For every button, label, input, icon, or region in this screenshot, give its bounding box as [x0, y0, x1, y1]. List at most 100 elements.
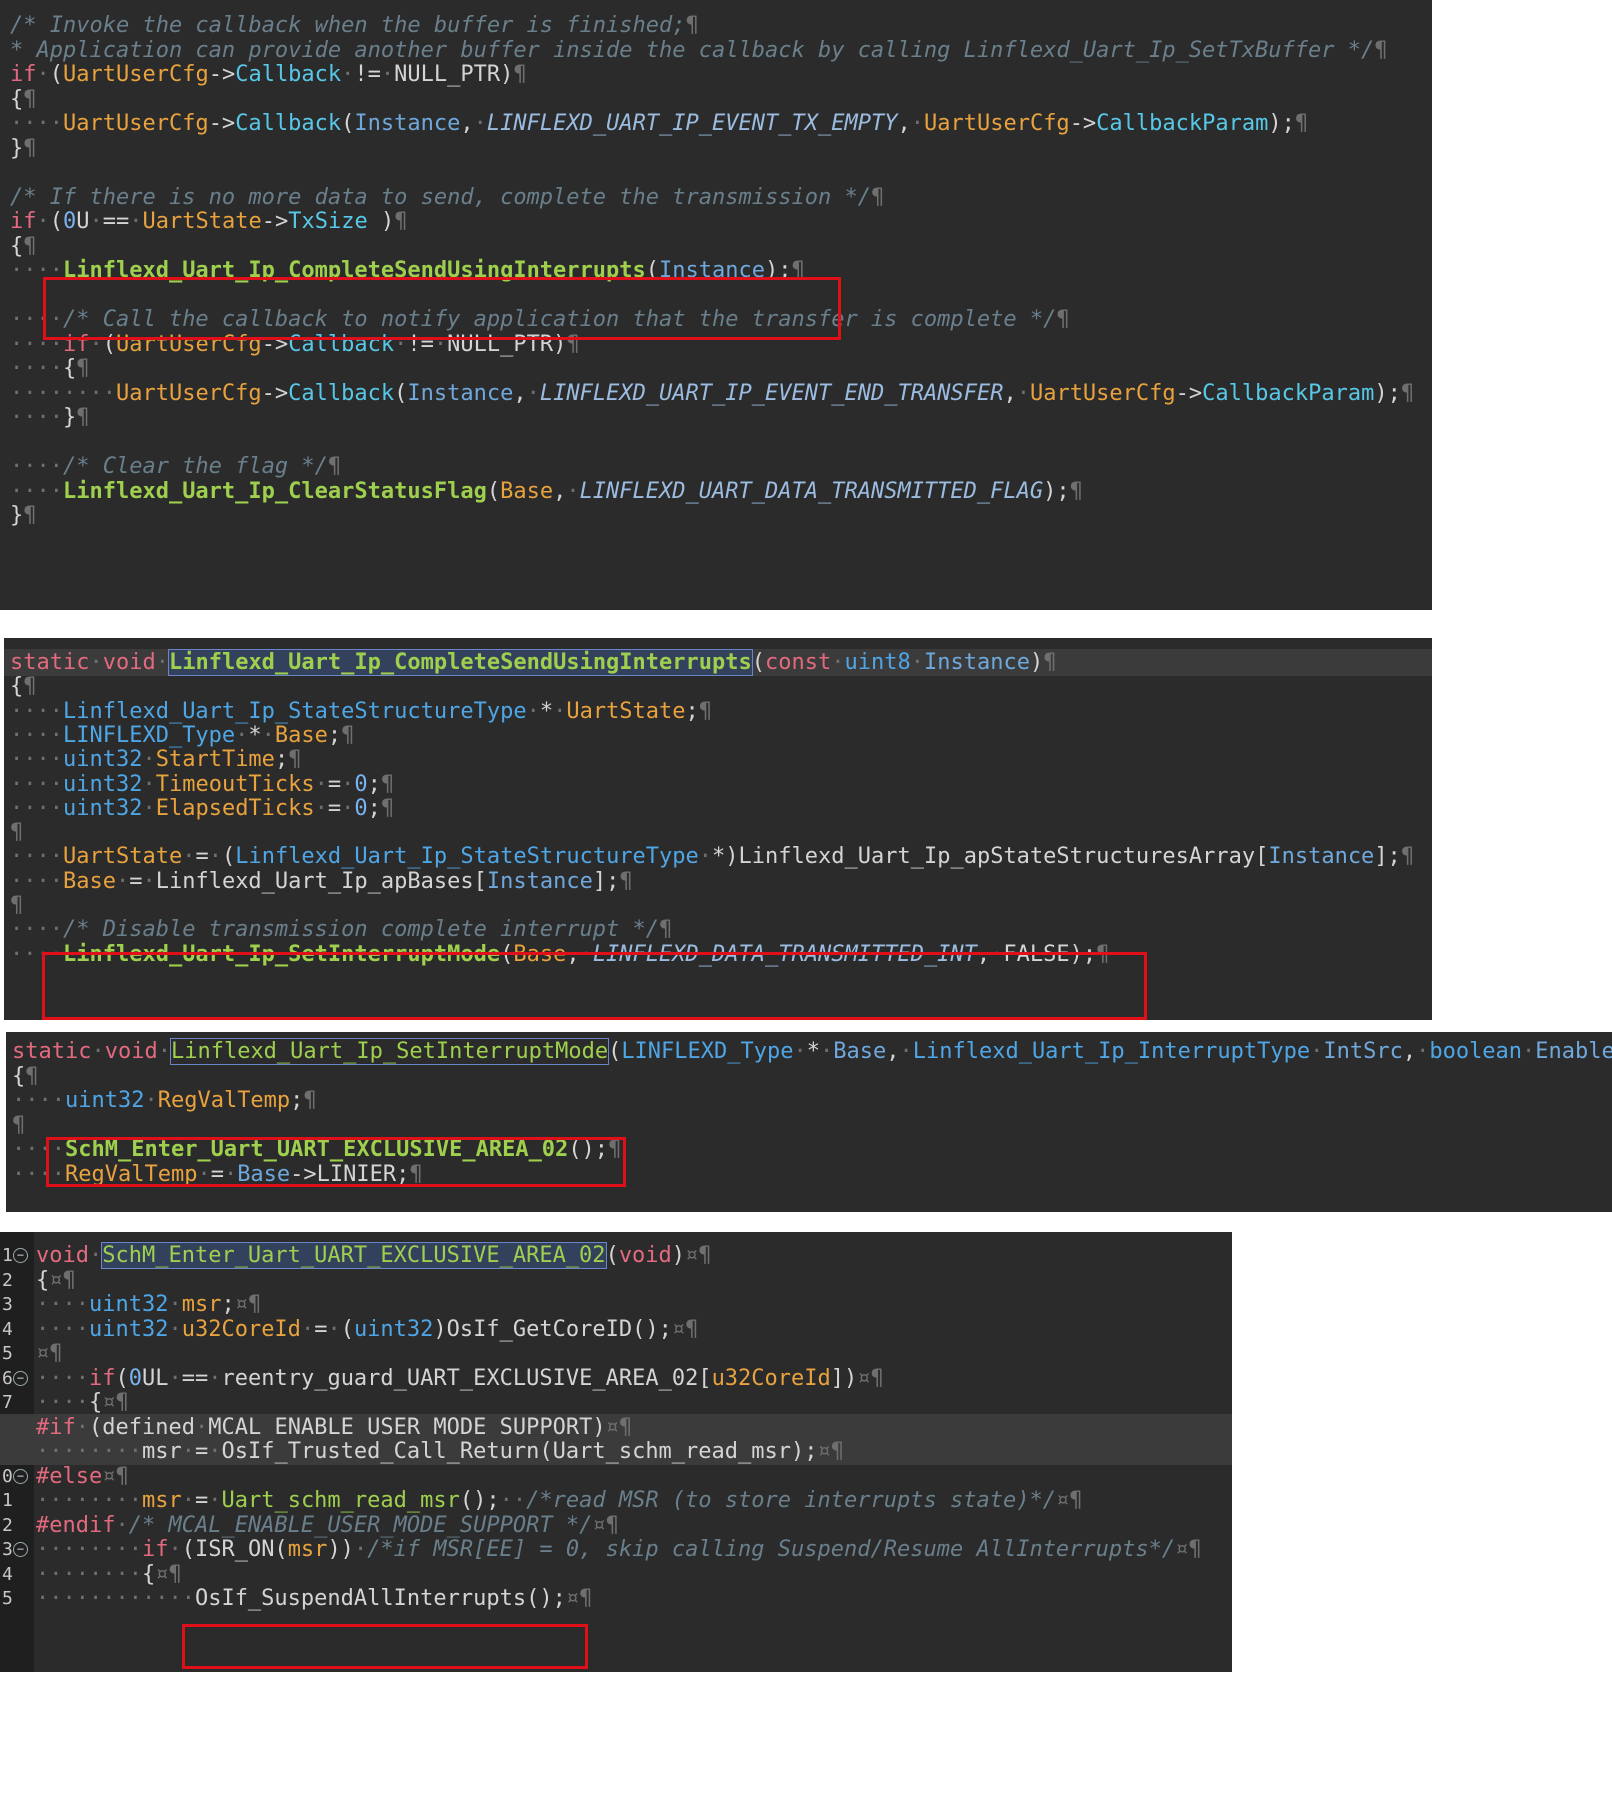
code-token: Linflexd_Uart_Ip_InterruptType	[912, 1039, 1311, 1064]
code-token: *	[248, 722, 262, 748]
code-token: ,	[1003, 380, 1017, 406]
code-token: uint32	[88, 1292, 169, 1317]
code-token: Instance	[407, 380, 514, 406]
code-token: ¶	[1069, 478, 1083, 504]
code-line: ········{¤¶	[0, 1561, 1232, 1588]
code-token: UartUserCfg	[1029, 380, 1176, 406]
code-line: /* Invoke the callback when the buffer i…	[0, 12, 1432, 39]
code-token: boolean	[1429, 1039, 1523, 1064]
highlight-box	[182, 1624, 588, 1669]
code-token: ->LINIER;	[290, 1161, 410, 1187]
code-token: ·	[208, 1439, 222, 1464]
code-token: ;	[221, 1292, 235, 1317]
code-token: MCAL_ENABLE_USER_MODE_SUPPORT)	[208, 1414, 606, 1440]
code-token: ¶	[1294, 111, 1309, 136]
code-token: ·	[142, 771, 156, 797]
code-token: ¤¶	[685, 1243, 712, 1268]
code-token: Callback	[235, 111, 342, 136]
code-line: ········if·(ISR_ON(msr))·/*if MSR[EE] = …	[0, 1536, 1232, 1563]
code-token: /*read MSR (to store interrupts state)*/	[526, 1488, 1056, 1513]
code-line: ····Linflexd_Uart_Ip_ClearStatusFlag(Bas…	[0, 478, 1432, 505]
code-line: ············OsIf_SuspendAllInterrupts();…	[0, 1585, 1232, 1612]
code-token: /* If there is no more data to send, com…	[10, 184, 871, 210]
code-token: {	[141, 1561, 156, 1587]
code-token: ····	[10, 331, 63, 357]
code-token: ·	[910, 650, 924, 675]
code-line: ····/* Call the callback to notify appli…	[0, 306, 1432, 333]
code-token: ·	[261, 722, 275, 748]
code-token: ¶	[25, 1063, 39, 1089]
code-token: ····	[10, 795, 63, 821]
code-token: ¤¶	[49, 1267, 76, 1293]
code-token: uint8	[844, 650, 911, 675]
code-token: msr	[181, 1292, 222, 1317]
code-token: ····	[10, 478, 63, 504]
code-token: ·	[168, 1292, 182, 1317]
code-token: ¶	[327, 454, 342, 479]
code-token: #endif	[36, 1512, 116, 1538]
code-token: ])	[830, 1365, 858, 1391]
code-token: =	[327, 795, 342, 821]
code-token: const	[765, 650, 832, 675]
code-token: ········	[36, 1561, 142, 1587]
code-token: TimeoutTicks	[155, 771, 315, 797]
code-token: ¤¶	[1055, 1488, 1083, 1513]
code-token: Base	[62, 868, 116, 894]
code-token: ¶	[23, 135, 37, 161]
code-token: =	[194, 1488, 209, 1513]
code-token: );	[1043, 478, 1070, 504]
code-token: (	[49, 209, 63, 234]
code-token: LINFLEXD_UART_IP_EVENT_TX_EMPTY	[486, 111, 898, 136]
code-token: (	[49, 62, 63, 87]
code-token: LINFLEXD_DATA_TRANSMITTED_INT	[592, 941, 977, 967]
code-line: }¶	[0, 502, 1432, 529]
code-line: ····/* Disable transmission complete int…	[4, 916, 1432, 943]
code-token: ,	[976, 941, 991, 967]
code-token: ·	[341, 795, 355, 821]
code-token: ·	[353, 1537, 368, 1562]
code-token: ¶	[566, 331, 580, 357]
code-token: ·	[314, 795, 328, 821]
code-token: ¶	[380, 795, 395, 821]
code-line: ····if(0UL·==·reentry_guard_UART_EXCLUSI…	[0, 1365, 1232, 1392]
code-line: ········UartUserCfg->Callback(Instance,·…	[0, 380, 1432, 407]
code-line: * Application can provide another buffer…	[0, 37, 1432, 64]
code-token: ····	[36, 1365, 89, 1391]
code-token: LINFLEXD_UART_DATA_TRANSMITTED_FLAG	[579, 478, 1044, 504]
code-token: {	[36, 1267, 50, 1293]
code-token: (ISR_ON(	[181, 1537, 288, 1562]
code-token: UartState	[566, 698, 686, 724]
code-line: static·void·Linflexd_Uart_Ip_CompleteSen…	[4, 649, 1432, 676]
code-token: if	[88, 1365, 116, 1391]
code-token: ->	[261, 331, 289, 357]
code-token: void	[104, 1039, 158, 1064]
code-token: ¤¶	[565, 1586, 593, 1611]
code-token: if	[141, 1537, 169, 1562]
code-token: (	[751, 650, 766, 675]
code-token: UartUserCfg	[115, 331, 262, 357]
code-token: ·	[168, 1316, 182, 1342]
code-token: NULL_PTR)	[447, 331, 567, 357]
code-token: msr	[287, 1537, 328, 1562]
code-token: ········	[36, 1488, 142, 1513]
code-token: msr	[141, 1439, 182, 1464]
code-token: Linflexd_Uart_Ip_apBases[	[155, 868, 487, 894]
code-line: {¶	[6, 1063, 1612, 1090]
code-token: ·	[223, 1161, 238, 1187]
code-token: ,	[513, 380, 527, 406]
code-token: ¤¶	[36, 1341, 63, 1366]
code-token: ·	[168, 1365, 182, 1391]
code-token: =	[327, 771, 342, 797]
code-token: ¶	[698, 698, 713, 724]
code-token: ¶	[394, 209, 408, 234]
code-token: Linflexd_Uart_Ip_ClearStatusFlag	[62, 478, 487, 504]
code-line: ····uint32·StartTime;¶	[4, 746, 1432, 773]
code-line: ····}¶	[0, 404, 1432, 431]
code-token: ·	[1310, 1039, 1324, 1064]
code-line: ····Linflexd_Uart_Ip_CompleteSendUsingIn…	[0, 257, 1432, 284]
code-token: ¶	[659, 917, 673, 943]
code-token: ¶	[76, 405, 90, 430]
code-token: ();	[459, 1488, 500, 1513]
code-token: ····	[10, 844, 63, 870]
code-token: ·	[698, 844, 713, 870]
